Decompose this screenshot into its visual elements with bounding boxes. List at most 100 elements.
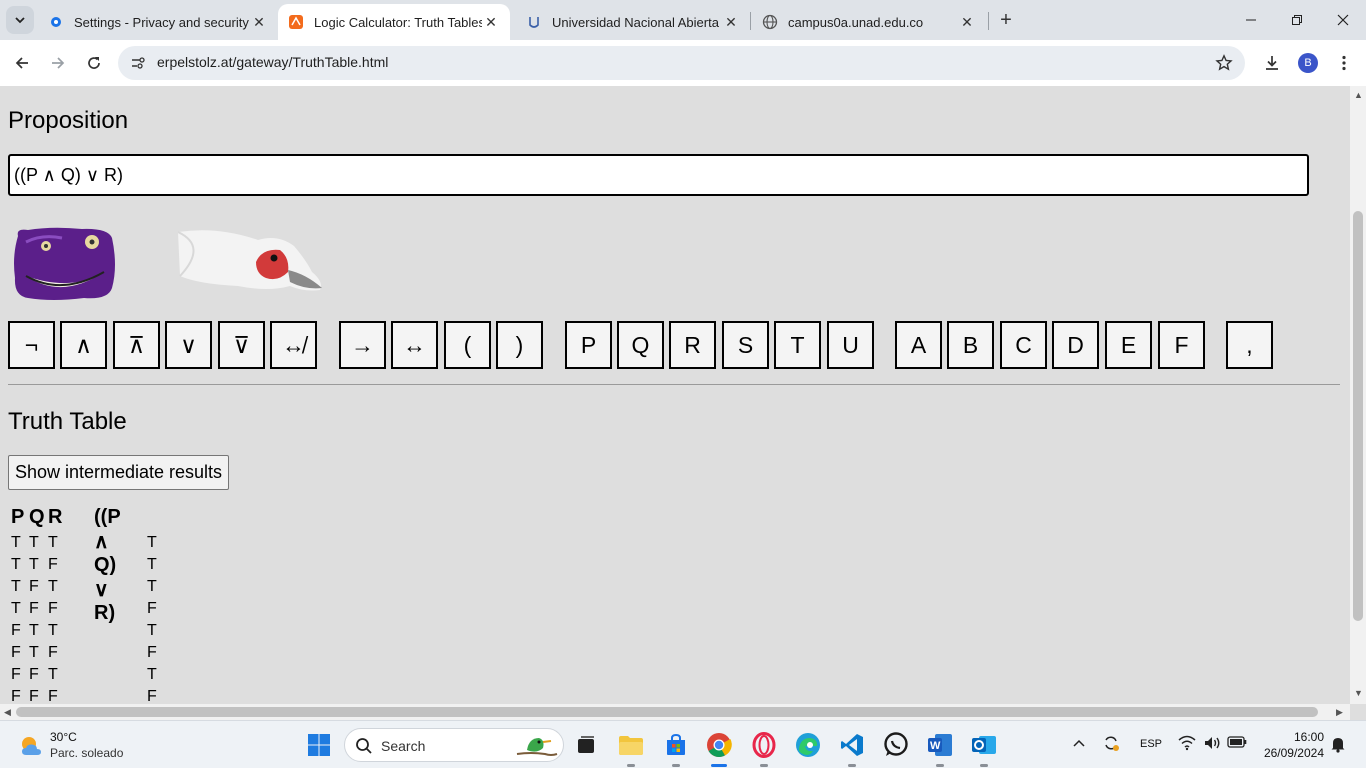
key-a[interactable]: A — [895, 321, 942, 369]
logic-favicon — [288, 14, 304, 30]
notifications-button[interactable] — [1330, 735, 1346, 756]
battery-button[interactable] — [1227, 736, 1247, 751]
key-comma[interactable]: , — [1226, 321, 1273, 369]
minimize-button[interactable] — [1228, 6, 1274, 34]
folder-icon — [619, 736, 643, 755]
sync-tray-button[interactable] — [1102, 734, 1120, 755]
browser-toolbar: erpelstolz.at/gateway/TruthTable.html — [0, 40, 1366, 86]
file-explorer-app[interactable] — [615, 729, 647, 767]
start-button[interactable] — [303, 729, 335, 761]
network-button[interactable] — [1178, 735, 1196, 754]
whatsapp-app[interactable] — [880, 729, 912, 761]
outlook-app[interactable] — [968, 729, 1000, 767]
tab-settings[interactable]: Settings - Privacy and security ✕ — [38, 4, 278, 40]
profile-avatar[interactable]: B — [1298, 53, 1318, 73]
vertical-scrollbar[interactable]: ▲ ▼ — [1350, 86, 1366, 704]
key-xor[interactable]: ↮ — [270, 321, 317, 369]
minimize-icon — [1246, 19, 1256, 21]
show-hidden-icons-button[interactable] — [1072, 737, 1086, 751]
key-and[interactable]: ∧ — [60, 321, 107, 369]
key-not[interactable]: ¬ — [8, 321, 55, 369]
scroll-down-icon[interactable]: ▼ — [1354, 688, 1363, 698]
browser-menu-button[interactable] — [1333, 52, 1355, 74]
key-nor[interactable]: ⊽ — [218, 321, 265, 369]
scroll-right-icon[interactable]: ▶ — [1336, 707, 1343, 718]
show-intermediate-results-button[interactable]: Show intermediate results — [8, 455, 229, 490]
key-u[interactable]: U — [827, 321, 874, 369]
tab-search-button[interactable] — [6, 6, 34, 34]
vertical-scroll-thumb[interactable] — [1353, 211, 1363, 621]
key-p[interactable]: P — [565, 321, 612, 369]
vscode-app[interactable] — [836, 729, 868, 767]
download-icon — [1266, 56, 1278, 70]
key-or[interactable]: ∨ — [165, 321, 212, 369]
volume-button[interactable] — [1203, 735, 1221, 754]
weather-temperature: 30°C — [50, 730, 77, 744]
duck-image[interactable] — [178, 226, 326, 294]
edge-app[interactable] — [792, 729, 824, 761]
key-q[interactable]: Q — [617, 321, 664, 369]
key-s[interactable]: S — [722, 321, 769, 369]
key-e[interactable]: E — [1105, 321, 1152, 369]
scroll-up-icon[interactable]: ▲ — [1354, 90, 1363, 100]
word-app[interactable]: W — [924, 729, 956, 767]
downloads-button[interactable] — [1261, 52, 1283, 74]
scroll-left-icon[interactable]: ◀ — [4, 707, 11, 718]
close-tab-icon[interactable]: ✕ — [250, 13, 268, 31]
close-tab-icon[interactable]: ✕ — [482, 13, 500, 31]
table-cell: T — [147, 534, 157, 551]
site-info-icon[interactable] — [130, 55, 146, 71]
opera-app[interactable] — [748, 729, 780, 767]
horizontal-scrollbar[interactable]: ◀ ▶ — [0, 704, 1350, 720]
key-t[interactable]: T — [774, 321, 821, 369]
close-tab-icon[interactable]: ✕ — [722, 13, 740, 31]
table-cell: T — [48, 666, 58, 683]
key-implies[interactable]: → — [339, 321, 386, 369]
taskbar-search[interactable]: Search — [344, 728, 564, 762]
reload-button[interactable] — [80, 49, 108, 77]
restore-button[interactable] — [1274, 6, 1320, 34]
tab-logic-calculator[interactable]: Logic Calculator: Truth Tables (f ✕ — [278, 4, 510, 40]
key-r[interactable]: R — [669, 321, 716, 369]
symbol-keypad: ¬ ∧ ⊼ ∨ ⊽ ↮ → ↔() P Q R S T U A B C D E F, — [0, 321, 1350, 369]
running-indicator — [672, 764, 680, 767]
input-language[interactable]: ESP — [1140, 738, 1162, 750]
chrome-app[interactable] — [703, 729, 735, 767]
key-close-paren[interactable]: ) — [496, 321, 543, 369]
tab-campus[interactable]: campus0a.unad.edu.co ✕ — [752, 4, 986, 40]
weather-widget[interactable]: 30°C Parc. soleado — [18, 729, 148, 763]
key-d[interactable]: D — [1052, 321, 1099, 369]
proposition-input[interactable] — [8, 154, 1309, 196]
forward-button[interactable] — [44, 49, 72, 77]
key-iff[interactable]: ↔ — [391, 321, 438, 369]
truth-table-heading: Truth Table — [8, 408, 127, 435]
table-cell: T — [48, 578, 58, 595]
purple-monster-image[interactable] — [12, 226, 118, 300]
new-tab-button[interactable]: + — [994, 8, 1018, 32]
key-open-paren[interactable]: ( — [444, 321, 491, 369]
tab-strip: Settings - Privacy and security ✕ Logic … — [0, 0, 1366, 40]
close-window-button[interactable] — [1320, 6, 1366, 34]
key-c[interactable]: C — [1000, 321, 1047, 369]
system-clock[interactable]: 16:00 26/09/2024 — [1258, 729, 1324, 761]
microsoft-store-app[interactable] — [660, 729, 692, 767]
address-bar[interactable]: erpelstolz.at/gateway/TruthTable.html — [118, 46, 1245, 80]
bookmark-star-icon[interactable] — [1215, 54, 1233, 72]
running-indicator — [711, 764, 727, 767]
tab-title: Universidad Nacional Abierta y — [552, 14, 722, 30]
close-tab-icon[interactable]: ✕ — [958, 13, 976, 31]
table-cell: T — [11, 534, 21, 551]
task-view-button[interactable] — [570, 729, 602, 761]
key-nand[interactable]: ⊼ — [113, 321, 160, 369]
table-cell: F — [11, 688, 21, 704]
horizontal-scroll-thumb[interactable] — [16, 707, 1318, 717]
running-indicator — [848, 764, 856, 767]
tab-unad[interactable]: Universidad Nacional Abierta y ✕ — [516, 4, 750, 40]
key-f[interactable]: F — [1158, 321, 1205, 369]
url-text: erpelstolz.at/gateway/TruthTable.html — [157, 54, 389, 70]
column-header: Q — [29, 506, 45, 528]
table-cell: F — [11, 644, 21, 661]
back-button[interactable] — [8, 49, 36, 77]
svg-text:W: W — [930, 740, 941, 752]
key-b[interactable]: B — [947, 321, 994, 369]
